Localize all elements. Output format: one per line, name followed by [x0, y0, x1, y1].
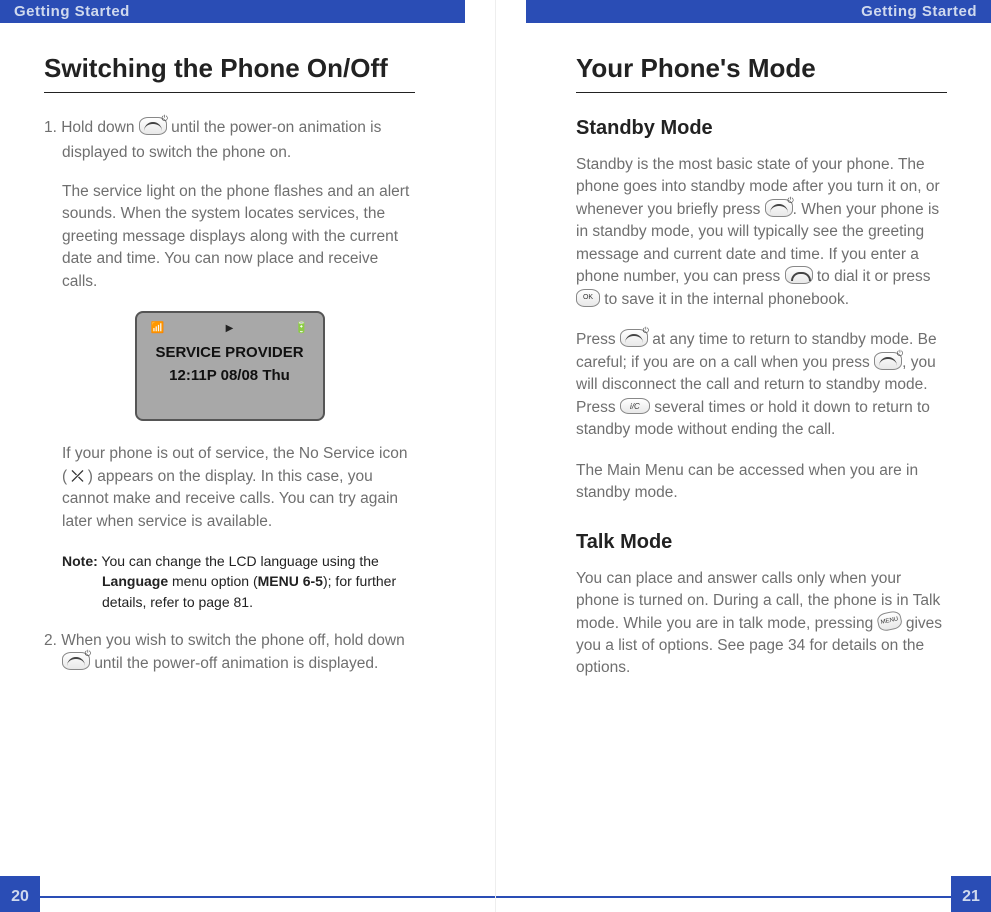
- page-number-right: 21: [951, 876, 991, 912]
- menu-key-icon: MENU: [876, 610, 903, 633]
- note-text-a: You can change the LCD language using th…: [98, 553, 379, 569]
- heading-switching: Switching the Phone On/Off: [44, 53, 415, 93]
- step1-text-a: 1. Hold down: [44, 119, 139, 136]
- sp1-d: to save it in the internal phonebook.: [600, 291, 849, 308]
- step-2: 2. When you wish to switch the phone off…: [44, 630, 415, 675]
- content-left: Switching the Phone On/Off 1. Hold down …: [30, 23, 465, 912]
- note-language-word: Language: [102, 573, 168, 589]
- end-power-key-icon: [139, 117, 167, 135]
- footer-rule-left: [40, 896, 495, 898]
- sp2-a: Press: [576, 331, 620, 348]
- display-line-provider: SERVICE PROVIDER: [147, 344, 313, 361]
- end-power-key-icon: [874, 352, 902, 370]
- end-power-key-icon: [620, 329, 648, 347]
- page-number-left: 20: [0, 876, 40, 912]
- ok-key-icon: OK: [576, 289, 600, 307]
- note-text-c: menu option (: [168, 573, 258, 589]
- sp1-c: to dial it or press: [813, 268, 931, 285]
- standby-p2: Press at any time to return to standby m…: [576, 329, 947, 441]
- page-left: Getting Started Switching the Phone On/O…: [0, 0, 496, 912]
- step-1: 1. Hold down until the power-on animatio…: [44, 117, 415, 165]
- header-tab-right: Getting Started: [526, 0, 991, 23]
- display-status-row: [147, 319, 313, 334]
- heading-phones-mode: Your Phone's Mode: [576, 53, 947, 93]
- section-standby: Standby Mode Standby is the most basic s…: [576, 117, 947, 505]
- step1-text-c: displayed to switch the phone on.: [44, 142, 415, 164]
- paragraph-no-service: If your phone is out of service, the No …: [44, 443, 415, 533]
- step2-text-b: until the power-off animation is display…: [94, 655, 378, 672]
- standby-p3: The Main Menu can be accessed when you a…: [576, 460, 947, 505]
- header-tab-left: Getting Started: [0, 0, 465, 23]
- note-label: Note:: [62, 553, 98, 569]
- standby-p1: Standby is the most basic state of your …: [576, 154, 947, 311]
- talk-p1: You can place and answer calls only when…: [576, 568, 947, 680]
- section-talk: Talk Mode You can place and answer calls…: [576, 531, 947, 680]
- heading-standby: Standby Mode: [576, 117, 947, 140]
- step1-text-b: until the power-on animation is: [171, 119, 381, 136]
- end-power-key-icon: [62, 652, 90, 670]
- battery-icon: [295, 319, 309, 334]
- step2-text-a: 2. When you wish to switch the phone off…: [44, 632, 405, 649]
- phone-display-illustration: SERVICE PROVIDER 12:11P 08/08 Thu: [135, 311, 325, 421]
- send-key-icon: [785, 266, 813, 284]
- message-icon: [226, 319, 234, 334]
- footer-rule-right: [496, 896, 951, 898]
- display-line-datetime: 12:11P 08/08 Thu: [147, 367, 313, 384]
- noservice-text-b: ) appears on the display. In this case, …: [62, 468, 398, 530]
- end-power-key-icon: [765, 199, 793, 217]
- note-menu65: MENU 6-5: [258, 573, 323, 589]
- clr-key-icon: i/C: [620, 398, 650, 414]
- signal-icon: [151, 319, 165, 334]
- page-right: Getting Started Your Phone's Mode Standb…: [496, 0, 991, 912]
- heading-talk: Talk Mode: [576, 531, 947, 554]
- note-language: Note: You can change the LCD language us…: [44, 551, 415, 612]
- no-service-icon: ⤫: [71, 466, 83, 488]
- content-right: Your Phone's Mode Standby Mode Standby i…: [526, 23, 961, 912]
- paragraph-service-light: The service light on the phone flashes a…: [44, 181, 415, 293]
